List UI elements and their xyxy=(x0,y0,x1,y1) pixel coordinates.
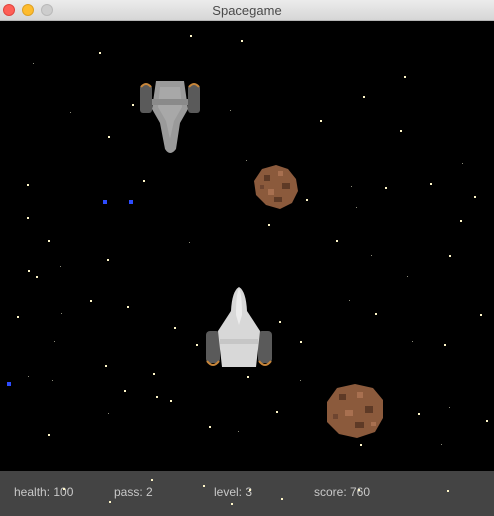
star xyxy=(153,373,155,375)
star xyxy=(462,163,463,164)
star xyxy=(189,242,190,243)
star xyxy=(231,503,233,505)
star xyxy=(17,316,19,318)
star xyxy=(203,485,205,487)
star xyxy=(404,76,406,78)
star xyxy=(190,35,192,37)
star xyxy=(444,344,446,346)
star xyxy=(441,444,442,445)
star xyxy=(363,96,365,98)
star xyxy=(105,365,107,367)
star xyxy=(246,160,247,161)
star xyxy=(28,270,30,272)
star xyxy=(209,426,211,428)
star xyxy=(151,479,153,481)
asteroid xyxy=(327,384,383,438)
title-bar[interactable]: Spacegame xyxy=(0,0,494,21)
enemy-ship xyxy=(140,81,200,153)
star xyxy=(400,130,402,132)
star xyxy=(28,376,29,377)
star xyxy=(360,444,362,446)
star xyxy=(99,52,101,54)
laser-bolt xyxy=(129,200,133,204)
star xyxy=(449,407,450,408)
star xyxy=(170,400,172,402)
window-title: Spacegame xyxy=(212,3,282,18)
star xyxy=(63,488,65,490)
star xyxy=(356,207,357,208)
star xyxy=(418,413,420,415)
star xyxy=(156,396,158,398)
star xyxy=(412,341,413,342)
star xyxy=(300,341,302,343)
star xyxy=(90,300,92,302)
star xyxy=(349,300,350,301)
star xyxy=(300,380,301,381)
laser-bolt xyxy=(7,382,11,386)
star xyxy=(196,344,198,346)
game-canvas[interactable] xyxy=(0,21,494,471)
star xyxy=(132,104,134,106)
star xyxy=(460,220,462,222)
star xyxy=(108,136,110,138)
status-bar: health: 100 pass: 2 level: 3 score: 760 xyxy=(0,471,494,516)
star xyxy=(276,411,278,413)
star xyxy=(109,501,111,503)
star xyxy=(480,314,482,316)
star xyxy=(60,266,61,267)
player-ship xyxy=(206,287,272,367)
star xyxy=(371,255,372,256)
star xyxy=(447,490,449,492)
star xyxy=(407,276,408,277)
star xyxy=(48,240,50,242)
laser-bolt xyxy=(103,200,107,204)
star xyxy=(48,434,50,436)
star xyxy=(108,413,109,414)
score-readout: score: 760 xyxy=(314,485,371,499)
star xyxy=(320,120,322,122)
star xyxy=(36,276,38,278)
star xyxy=(486,420,488,422)
star xyxy=(174,327,176,329)
level-readout: level: 3 xyxy=(214,485,253,499)
star xyxy=(449,255,451,257)
star xyxy=(27,217,29,219)
star xyxy=(230,110,231,111)
star xyxy=(241,40,243,42)
star xyxy=(33,63,34,64)
asteroid xyxy=(254,165,298,209)
star xyxy=(27,184,29,186)
star xyxy=(61,313,62,314)
star xyxy=(336,240,338,242)
star xyxy=(281,498,283,500)
star xyxy=(358,489,360,491)
star xyxy=(70,112,71,113)
star xyxy=(238,431,239,432)
star xyxy=(306,199,308,201)
star xyxy=(124,390,126,392)
star xyxy=(143,180,145,182)
star xyxy=(52,380,53,381)
star xyxy=(430,183,432,185)
star xyxy=(247,376,249,378)
star xyxy=(107,259,109,261)
star xyxy=(268,224,270,226)
star xyxy=(54,341,55,342)
pass-readout: pass: 2 xyxy=(114,485,153,499)
star xyxy=(474,196,476,198)
star xyxy=(385,187,387,189)
game-window: Spacegame health: 100 pass: 2 level: 3 s… xyxy=(0,0,494,516)
star xyxy=(375,313,377,315)
star xyxy=(249,489,251,491)
star xyxy=(127,306,129,308)
star xyxy=(351,186,352,187)
star xyxy=(279,321,281,323)
